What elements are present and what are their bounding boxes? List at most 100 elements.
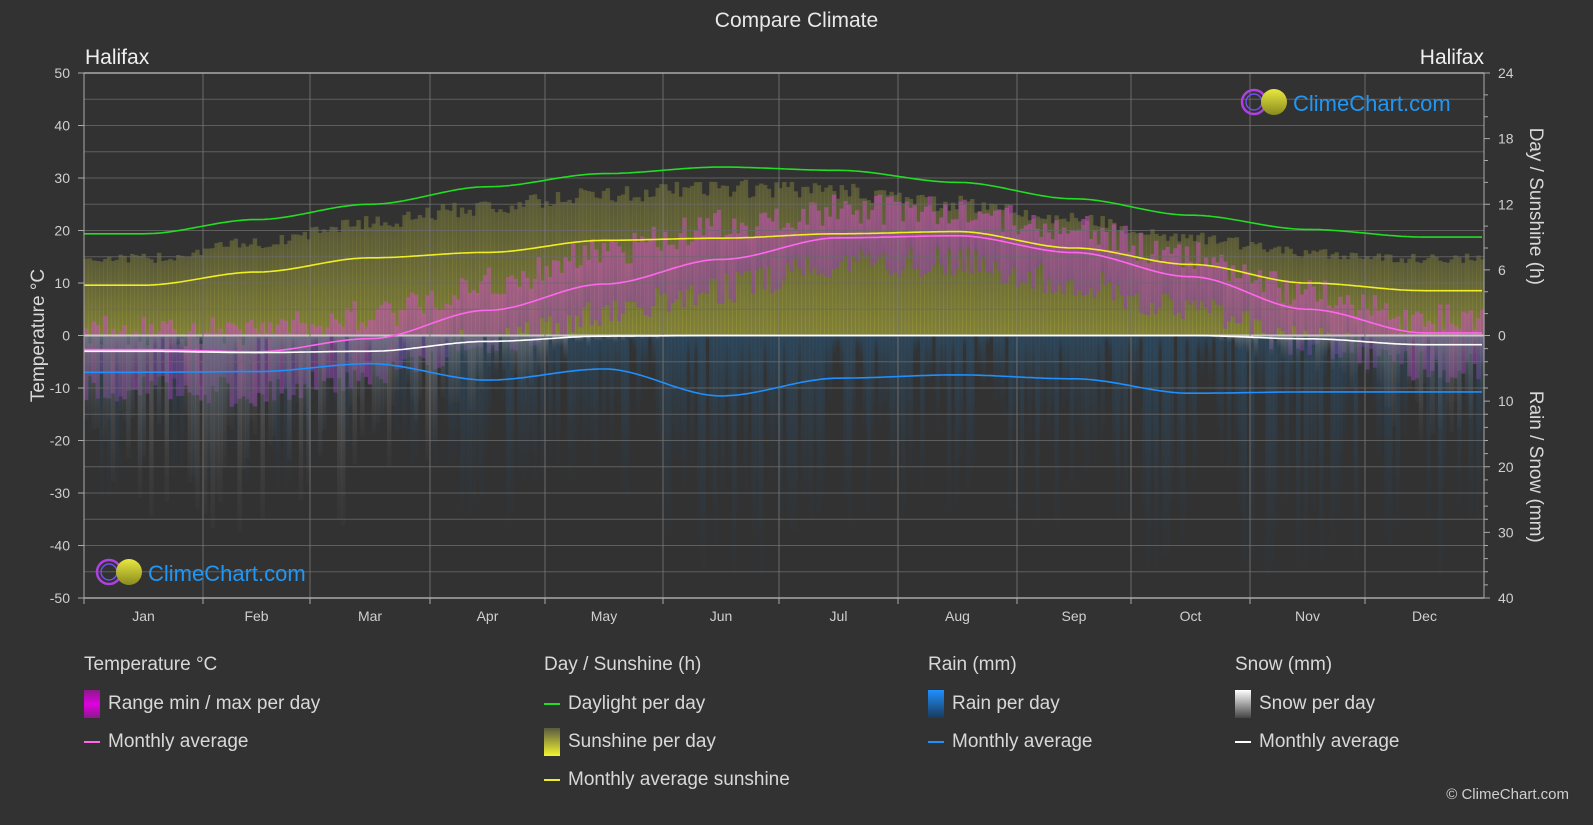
temp-range-day-bar: [958, 201, 963, 249]
rain-day-bar: [828, 335, 833, 402]
snow-day-bar: [210, 335, 216, 529]
temp-range-day-bar: [1138, 233, 1144, 313]
temp-range-day-bar: [582, 245, 588, 308]
temp-range-day-bar: [970, 220, 975, 274]
temp-range-day-bar: [502, 294, 507, 337]
snow-day-bar: [248, 335, 254, 421]
temp-range-day-bar: [559, 272, 565, 335]
left-tick-label: -30: [50, 485, 70, 501]
temp-range-day-bar: [551, 260, 557, 337]
sunshine-day-bar: [302, 231, 308, 336]
rain-day-bar: [636, 335, 641, 422]
rain-day-bar: [256, 335, 262, 390]
temp-range-day-bar: [1284, 279, 1289, 341]
left-tick-label: -10: [50, 380, 70, 396]
rain-day-bar: [920, 335, 925, 486]
sunshine-day-bar: [333, 227, 338, 336]
legend-item-daylight: Daylight per day: [544, 692, 790, 716]
rain-day-bar: [881, 335, 887, 413]
legend-rain-title: Rain (mm): [928, 654, 1017, 675]
rain-day-bar: [398, 335, 403, 413]
rain-day-bar: [574, 335, 580, 437]
rain-day-bar: [459, 335, 465, 507]
temp-range-day-bar: [881, 224, 887, 254]
snow-day-bar: [164, 335, 169, 502]
rain-day-bar: [1111, 335, 1117, 465]
temp-range-day-bar: [609, 240, 614, 321]
temp-range-day-bar: [482, 275, 488, 335]
rain-day-bar: [927, 335, 933, 386]
rain-day-bar: [1085, 335, 1090, 473]
rain-day-bar: [1303, 335, 1309, 565]
sunshine-day-bar: [260, 248, 265, 336]
rain-day-bar: [1081, 335, 1086, 451]
rain-day-bar: [739, 335, 745, 403]
snow-day-bar: [310, 335, 315, 353]
x-tick-label: Oct: [1180, 608, 1202, 624]
rain-day-bar: [954, 335, 960, 502]
snow-day-bar: [252, 335, 258, 435]
rain-day-bar: [766, 335, 772, 449]
snow-day-bar: [555, 335, 561, 346]
snow-day-bar: [1468, 335, 1474, 418]
snow-day-bar: [1330, 335, 1336, 370]
temp-range-day-bar: [1062, 227, 1067, 295]
snow-day-bar: [149, 335, 154, 517]
sunshine-day-bar: [851, 183, 856, 336]
legend-label: Monthly average: [952, 731, 1093, 752]
rain-day-bar: [1161, 335, 1167, 556]
temp-range-day-bar: [574, 267, 580, 316]
sunshine-day-bar: [187, 256, 192, 336]
snow-day-bar: [176, 335, 181, 348]
snow-day-bar: [1411, 335, 1416, 350]
rain-day-bar: [532, 335, 538, 480]
rain-day-bar: [789, 335, 795, 533]
temp-range-day-bar: [647, 238, 653, 317]
rain-day-bar: [1096, 335, 1102, 382]
temp-range-day-bar: [1069, 230, 1075, 281]
temp-range-day-bar: [1046, 232, 1052, 280]
rain-day-bar: [1092, 335, 1098, 465]
rain-day-bar: [344, 335, 350, 456]
left-tick-label: -40: [50, 538, 70, 554]
temp-range-day-bar: [843, 201, 848, 256]
rain-day-bar: [571, 335, 576, 468]
sunshine-day-bar: [233, 238, 239, 336]
x-tick-label: Sep: [1062, 608, 1087, 624]
sunshine-day-bar: [84, 258, 89, 336]
sunshine-day-bar: [1457, 257, 1462, 336]
rain-day-bar: [1134, 335, 1140, 390]
rain-day-bar: [1242, 335, 1247, 563]
sunshine-day-bar: [95, 260, 100, 336]
temp-range-day-bar: [1111, 224, 1117, 301]
x-tick-label: Nov: [1295, 608, 1320, 624]
snow-day-bar: [348, 335, 354, 407]
temp-range-day-bar: [732, 218, 737, 303]
sunshine-day-bar: [624, 186, 630, 336]
snow-day-bar: [118, 335, 123, 412]
sunshine-day-bar: [364, 216, 369, 336]
rain-day-bar: [1292, 335, 1297, 377]
temp-range-day-bar: [1319, 299, 1324, 328]
snow-day-bar: [1372, 335, 1378, 363]
rain-day-bar: [981, 335, 986, 391]
snow-day-bar: [1460, 335, 1466, 368]
snow-day-bar: [425, 335, 430, 461]
watermark-bottom: ClimeChart.com: [95, 558, 306, 586]
temp-range-day-bar: [601, 242, 607, 308]
sunshine-day-bar: [179, 255, 185, 336]
rain-day-bar: [1039, 335, 1044, 430]
snow-day-bar: [479, 335, 484, 390]
snow-day-bar: [202, 335, 208, 515]
temp-range-day-bar: [728, 233, 733, 299]
sunshine-day-bar: [172, 260, 177, 336]
temp-range-day-bar: [720, 238, 726, 304]
snow-day-bar: [528, 335, 534, 386]
rain-day-bar: [1223, 335, 1228, 359]
snow-day-bar: [375, 335, 380, 423]
temp-range-day-bar: [655, 247, 660, 288]
temp-range-day-bar: [824, 207, 829, 277]
temp-range-day-bar: [1345, 295, 1351, 333]
rain-day-bar: [620, 335, 626, 486]
rain-day-bar: [1250, 335, 1255, 562]
